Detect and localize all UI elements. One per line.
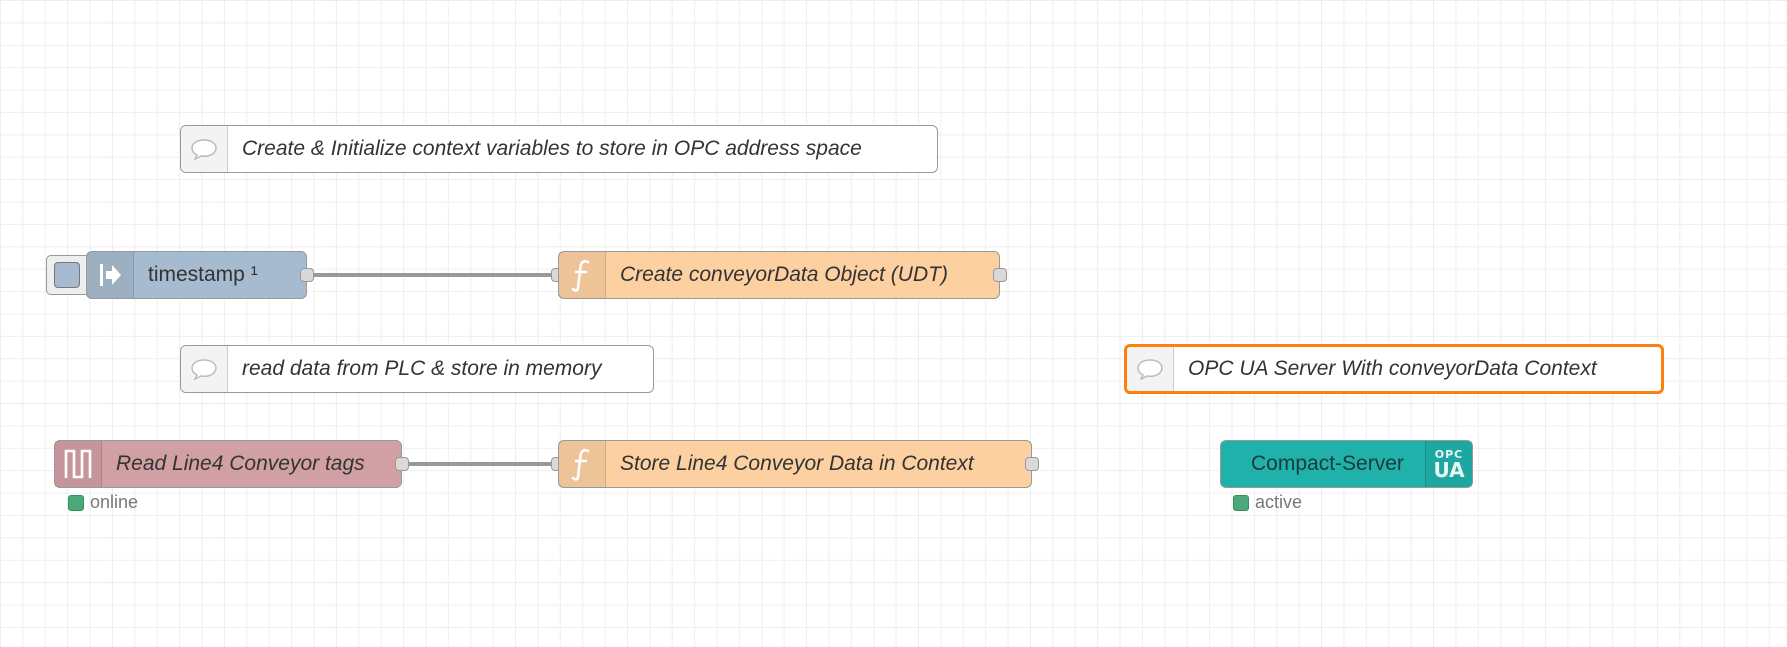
status-text-active: active: [1255, 492, 1303, 512]
speech-bubble-icon: [181, 126, 228, 172]
speech-bubble-icon: [1127, 347, 1174, 391]
function-node-create-udt[interactable]: Create conveyorData Object (UDT): [558, 251, 1000, 299]
plc-read-node-line4[interactable]: Read Line4 Conveyor tags: [54, 440, 402, 488]
output-port-create-udt[interactable]: [993, 268, 1007, 282]
opc-ua-badge-icon: OPC UA: [1425, 441, 1472, 487]
opcua-server-label: Compact-Server: [1251, 452, 1404, 475]
pulse-wave-icon: [55, 441, 102, 487]
plc-read-label: Read Line4 Conveyor tags: [116, 452, 365, 475]
function-f-icon: [559, 441, 606, 487]
arrow-inject-icon: [87, 252, 134, 298]
comment-label-init: Create & Initialize context variables to…: [242, 137, 862, 160]
wires-layer: [307, 273, 558, 466]
status-dot-online: [68, 494, 84, 511]
status-dot-active: [1233, 494, 1249, 511]
output-port-read-tags[interactable]: [395, 457, 409, 471]
function-label-create-udt: Create conveyorData Object (UDT): [620, 263, 948, 286]
status-text-online: online: [90, 492, 139, 512]
function-f-icon: [559, 252, 606, 298]
comment-node-init[interactable]: Create & Initialize context variables to…: [180, 125, 938, 173]
status-opc-server: active: [1233, 492, 1302, 513]
comment-node-opc-server[interactable]: OPC UA Server With conveyorData Context: [1124, 344, 1664, 394]
opcua-server-node[interactable]: Compact-Server OPC UA: [1220, 440, 1473, 488]
status-read-tags: online: [68, 492, 138, 513]
output-port-inject[interactable]: [300, 268, 314, 282]
inject-trigger-square: [54, 262, 80, 288]
inject-node-label: timestamp ¹: [148, 263, 258, 286]
speech-bubble-icon: [181, 346, 228, 392]
function-node-store-data[interactable]: Store Line4 Conveyor Data in Context: [558, 440, 1032, 488]
inject-node-timestamp[interactable]: timestamp ¹: [86, 251, 307, 299]
comment-label-opc-server: OPC UA Server With conveyorData Context: [1188, 357, 1597, 380]
function-label-store-data: Store Line4 Conveyor Data in Context: [620, 452, 974, 475]
opc-badge-bottom: UA: [1433, 457, 1465, 482]
comment-label-read: read data from PLC & store in memory: [242, 357, 602, 380]
comment-node-read[interactable]: read data from PLC & store in memory: [180, 345, 654, 393]
output-port-store-data[interactable]: [1025, 457, 1039, 471]
inject-trigger-button[interactable]: [46, 255, 88, 295]
flow-canvas[interactable]: Create & Initialize context variables to…: [0, 0, 1787, 647]
